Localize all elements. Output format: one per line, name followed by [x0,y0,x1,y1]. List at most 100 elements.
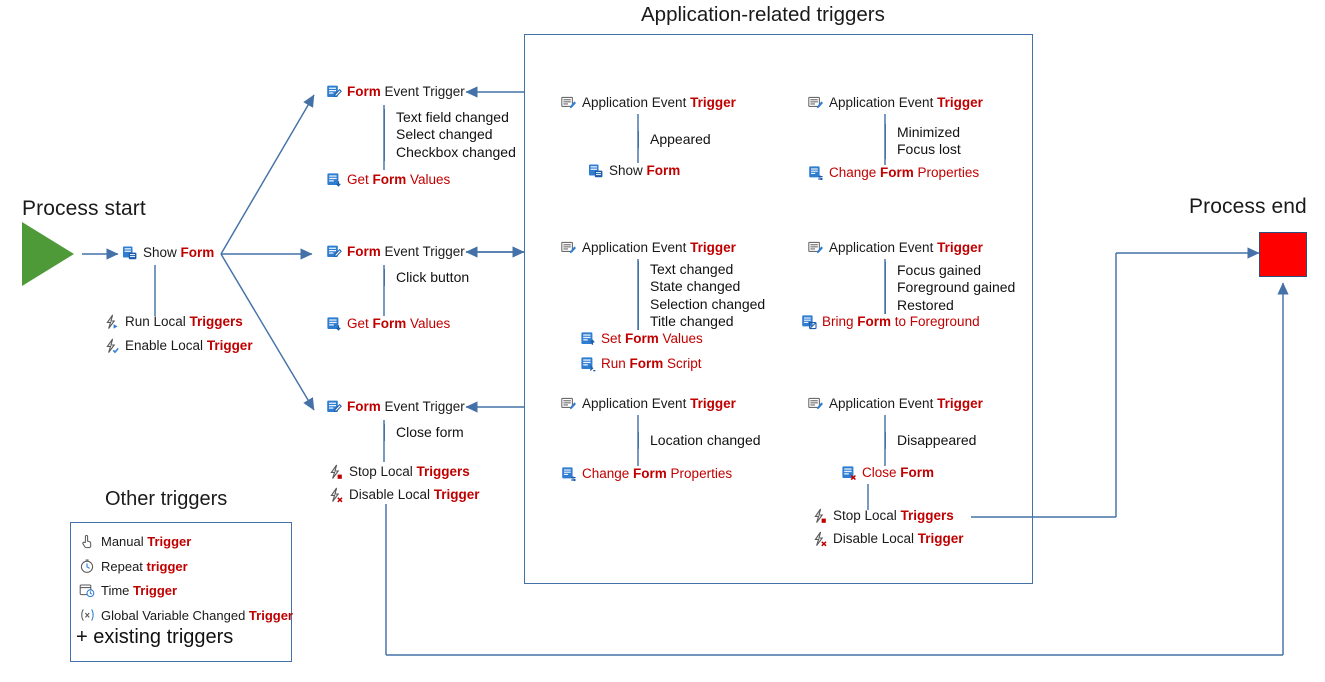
form-event-trigger-icon [326,84,342,100]
application-event-trigger-icon [808,240,824,256]
event-item: Appeared [650,131,711,147]
event-item: Disappeared [897,432,977,448]
node-label: Get Form Values [347,172,451,187]
node-label: Application Event Trigger [582,95,736,110]
enable-local-trigger-icon [104,338,120,354]
global-variable-changed-trigger-icon [79,607,95,623]
manual-trigger-icon [79,533,95,549]
event-list-app-6: Disappeared [885,432,977,450]
node-label: Form Event Trigger [347,399,465,414]
bring-form-to-foreground-icon [801,314,817,330]
node-stop-local-triggers-app[interactable]: Stop Local Triggers [812,508,954,524]
node-run-form-script[interactable]: Run Form Script [580,356,702,372]
node-label: Manual Trigger [101,533,192,549]
stop-local-triggers-icon [328,464,344,480]
run-local-triggers-icon [104,314,120,330]
node-application-event-trigger-2[interactable]: Application Event Trigger [808,95,983,111]
node-disable-local-trigger-left[interactable]: Disable Local Trigger [328,487,480,503]
get-form-values-icon [326,316,342,332]
node-label: Change Form Properties [829,165,980,180]
disable-local-trigger-icon [328,487,344,503]
node-label: Show Form [609,163,681,178]
event-list-app-4: Focus gained Foreground gained Restored [885,262,1015,314]
node-label: Time Trigger [101,582,178,598]
event-list-app-2: Minimized Focus lost [885,124,961,159]
event-list-app-3: Text changed State changed Selection cha… [638,261,766,331]
application-event-trigger-icon [561,240,577,256]
node-label: Disable Local Trigger [349,487,480,502]
node-label: Repeat trigger [101,558,188,574]
node-form-event-trigger-2[interactable]: Form Event Trigger [326,244,465,260]
node-label: Get Form Values [347,316,451,331]
node-label: Global Variable Changed Trigger [101,607,293,623]
node-run-local-triggers[interactable]: Run Local Triggers [104,314,243,330]
process-end-label: Process end [1189,195,1307,218]
node-set-form-values[interactable]: Set Form Values [580,331,703,347]
event-item: Click button [396,269,470,285]
node-show-form[interactable]: Show Form [122,245,214,261]
disable-local-trigger-icon [812,531,828,547]
node-application-event-trigger-1[interactable]: Application Event Trigger [561,95,736,111]
event-item: Foreground gained [897,279,1016,296]
diagram-canvas: Application-related triggers Process sta… [0,0,1325,682]
set-form-values-icon [580,331,596,347]
event-list-app-1: Appeared [638,131,711,149]
node-enable-local-trigger[interactable]: Enable Local Trigger [104,338,253,354]
node-label: Stop Local Triggers [349,464,470,479]
node-label: Set Form Values [601,331,703,346]
event-list-1: Text field changed Select changed Checkb… [384,109,516,161]
event-list-2: Click button [384,269,470,287]
node-bring-form-to-foreground[interactable]: Bring Form to Foreground [801,314,980,330]
event-item: Checkbox changed [396,143,516,160]
other-trigger-repeat[interactable]: Repeat trigger [79,558,188,574]
node-label: Run Local Triggers [125,314,243,329]
node-application-event-trigger-3[interactable]: Application Event Trigger [561,240,736,256]
event-item: Restored [897,296,954,313]
process-end-shape [1259,232,1307,277]
other-trigger-time[interactable]: Time Trigger [79,582,177,598]
node-stop-local-triggers-left[interactable]: Stop Local Triggers [328,464,470,480]
change-form-properties-icon [561,466,577,482]
run-form-script-icon [580,356,596,372]
event-item: Focus gained [897,262,982,278]
node-get-form-values-1[interactable]: Get Form Values [326,172,450,188]
node-label: Form Event Trigger [347,244,465,259]
node-application-event-trigger-4[interactable]: Application Event Trigger [808,240,983,256]
node-application-event-trigger-6[interactable]: Application Event Trigger [808,396,983,412]
node-label: Application Event Trigger [582,396,736,411]
event-item: Location changed [650,432,761,448]
time-trigger-icon [79,582,95,598]
node-label: Stop Local Triggers [833,508,954,523]
node-form-event-trigger-3[interactable]: Form Event Trigger [326,399,465,415]
event-item: Minimized [897,124,961,140]
node-disable-local-trigger-app[interactable]: Disable Local Trigger [812,531,964,547]
application-event-trigger-icon [561,95,577,111]
node-change-form-properties-2[interactable]: Change Form Properties [561,466,732,482]
node-label: Change Form Properties [582,466,733,481]
show-form-icon [122,245,138,261]
event-item: Selection changed [650,295,766,312]
event-list-3: Close form [384,424,464,442]
event-item: State changed [650,278,741,295]
process-start-shape [22,222,74,286]
node-label: Run Form Script [601,356,702,371]
event-item: Focus lost [897,141,961,158]
node-label: Bring Form to Foreground [822,314,980,329]
repeat-trigger-icon [79,558,95,574]
node-close-form[interactable]: Close Form [841,465,934,481]
node-get-form-values-2[interactable]: Get Form Values [326,316,450,332]
process-start-label: Process start [22,197,146,220]
close-form-icon [841,465,857,481]
node-label: Disable Local Trigger [833,531,964,546]
page-title: Application-related triggers [641,3,885,26]
node-label: Enable Local Trigger [125,338,253,353]
form-event-trigger-icon [326,399,342,415]
event-item: Title changed [650,312,734,329]
change-form-properties-icon [808,165,824,181]
node-change-form-properties-1[interactable]: Change Form Properties [808,165,979,181]
other-trigger-manual[interactable]: Manual Trigger [79,533,191,549]
node-form-event-trigger-1[interactable]: Form Event Trigger [326,84,465,100]
node-application-event-trigger-5[interactable]: Application Event Trigger [561,396,736,412]
other-trigger-global-variable-changed[interactable]: Global Variable Changed Trigger [79,607,293,623]
node-show-form-app-1[interactable]: Show Form [588,163,680,179]
